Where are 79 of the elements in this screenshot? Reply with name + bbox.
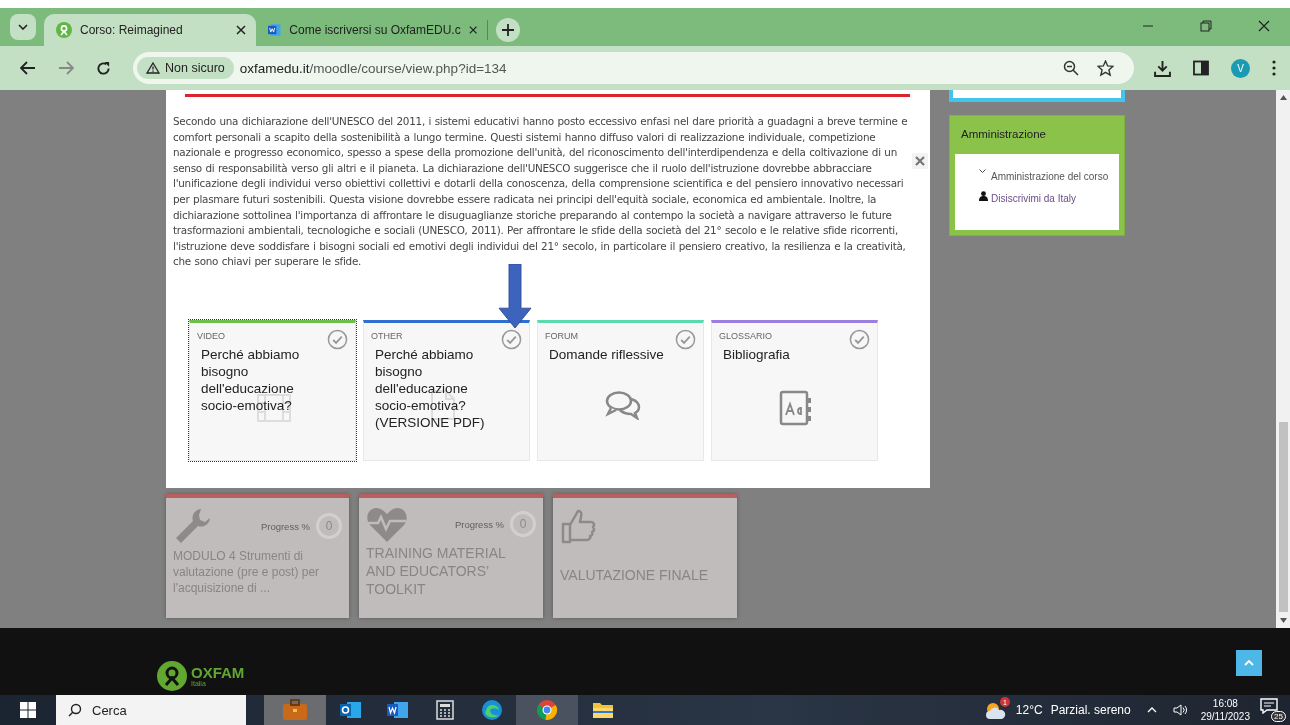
chevron-up-icon[interactable]	[1146, 707, 1157, 713]
tab-title: Corso: Reimagined	[80, 23, 184, 37]
user-icon	[979, 191, 988, 201]
admin-menu-link[interactable]: Amministrazione del corso	[991, 171, 1109, 182]
oxfam-logo-icon	[56, 22, 72, 38]
check-circle-icon[interactable]	[327, 328, 348, 350]
progress-label: Progress %	[454, 518, 504, 530]
reload-icon[interactable]	[96, 60, 111, 76]
taskbar-search-field[interactable]: Cerca	[56, 695, 246, 725]
plus-icon	[502, 24, 514, 36]
warning-icon	[146, 62, 160, 74]
progress-label: Progress %	[260, 520, 310, 532]
chevron-up-icon	[1244, 660, 1254, 666]
thumbs-up-icon	[560, 507, 596, 545]
word-document-icon	[268, 22, 282, 38]
briefcase-icon	[282, 699, 308, 721]
edge-icon	[480, 699, 503, 721]
close-icon[interactable]	[236, 25, 246, 35]
zoom-out-icon[interactable]	[1063, 60, 1079, 76]
url-text: oxfamedu.it/moodle/course/view.php?id=134	[239, 60, 507, 76]
arrow-pointer	[498, 264, 532, 328]
download-icon[interactable]	[1154, 59, 1171, 77]
windows-start-icon[interactable]	[20, 702, 36, 718]
side-panel-icon[interactable]	[1193, 60, 1209, 76]
admin-menu-link[interactable]: Disiscrivimi da Italy	[991, 193, 1076, 204]
search-icon	[68, 703, 82, 717]
activity-card[interactable]: VIDEO Perché abbiamo bisogno dell'educazione socio-emotiva?	[189, 319, 356, 461]
check-circle-icon[interactable]	[501, 328, 522, 350]
close-icon[interactable]	[1258, 20, 1270, 32]
activity-card[interactable]: FORUM Domande riflessive	[537, 319, 704, 461]
star-icon[interactable]	[1097, 59, 1114, 77]
activity-card[interactable]: GLOSSARIO Bibliografia	[711, 319, 878, 461]
clock-time[interactable]: 16:08	[1212, 697, 1238, 710]
activity-title[interactable]: Domande riflessive	[549, 345, 665, 363]
chrome-icon	[536, 699, 558, 721]
paragraph-text: Secondo una dichiarazione dell'UNESCO del 2011, i sistemi educativi hanno posto eccessivo enfasi nel dare priorità a guadagni a breve termine e comfort personali a scapito della sostenibilità a lungo termine. Questi sistemi hanno diffuso valori di realizzazione individuale, competizione nazionale e progresso economico, spesso a spese della promozione dell'unità, del riconoscimento dell'interdipendenza e della coltivazione di un senso di responsabilità verso gli altri e il pianeta. La dichiarazione dell'UNESCO suggerisce che il ruolo dell'istruzione dovrebbe abbracciare l'unificazione degli individui verso obiettivi collettivi e dotarli della conoscenza, della comprensione scientifica e del pensiero innovativo necessari per plasmare futuri sostenibili. Questa visione dovrebbe essere radicata nei principi dell'equità sociale, economica ed ambientale. Inoltre, la dichiarazione sottolinea l'importanza di affrontare le disuguaglianze storiche preparando al contempo la società a navigare attraverso le future trasformazioni ambientali, tecnologiche e sociali (UNESCO, 2011). Per affrontare le sfide della società del 21° secolo e le relative sfide ricorrenti, l'istruzione deve soddisfare i bisogni sociali ed emotivi degli individui del 21° secolo, in particolare il pensiero creativo, la resilienza e la creatività, che sono chiavi per superare le sfide.	[173, 114, 909, 270]
weather-condition[interactable]: Parzial. sereno	[1050, 703, 1131, 717]
outlook-icon	[339, 700, 362, 720]
chevron-down-icon	[18, 24, 28, 30]
heartbeat-icon	[366, 505, 408, 543]
activity-type-label: GLOSSARIO	[719, 330, 772, 341]
scrollbar-thumb[interactable]	[1278, 422, 1288, 612]
browser-tab[interactable]: Corso: Reimagined	[44, 14, 256, 46]
activity-type-label: VIDEO	[197, 330, 225, 341]
activity-card[interactable]: OTHER Perché abbiamo bisogno dell'educazione socio-emotiva? (VERSIONE PDF)	[363, 319, 530, 461]
clock-date[interactable]: 29/11/2023	[1200, 710, 1250, 723]
block-title: Amministrazione	[960, 127, 1047, 142]
taskbar-app[interactable]	[516, 695, 578, 725]
scroll-down-icon[interactable]	[1279, 618, 1287, 623]
activity-title[interactable]: Bibliografia	[723, 345, 839, 363]
close-icon[interactable]	[468, 25, 477, 35]
logo-text: OXFAM	[191, 665, 245, 680]
tab-title: Come iscriversi su OxfamEDU.c	[289, 23, 461, 37]
speaker-icon[interactable]	[1172, 704, 1187, 716]
activity-title[interactable]: Perché abbiamo bisogno dell'educazione socio-emotiva? (VERSIONE PDF)	[375, 345, 491, 431]
glossary-book-icon	[779, 389, 813, 426]
security-chip[interactable]: Non sicuro	[137, 57, 234, 79]
activity-type-label: OTHER	[371, 330, 403, 341]
oxfam-logo-icon	[157, 661, 187, 691]
address-bar[interactable]: Non sicuro oxfamedu.it/moodle/course/view.php?id=134	[133, 52, 1134, 84]
tab-list-button[interactable]	[10, 14, 36, 40]
scrollbar[interactable]	[1276, 90, 1290, 628]
menu-icon[interactable]	[1272, 60, 1276, 76]
back-arrow-icon[interactable]	[20, 61, 36, 75]
restore-icon[interactable]	[1200, 20, 1212, 32]
notification-count: 25	[1271, 711, 1286, 722]
check-circle-icon[interactable]	[849, 328, 870, 350]
scroll-up-icon[interactable]	[1279, 95, 1287, 100]
folder-icon	[591, 701, 614, 719]
new-tab-button[interactable]	[496, 18, 520, 42]
activity-type-label: FORUM	[545, 330, 578, 341]
calculator-icon	[435, 700, 454, 720]
activity-title[interactable]: Perché abbiamo bisogno dell'educazione socio-emotiva?	[201, 345, 317, 414]
chevron-down-icon	[979, 169, 986, 174]
weather-temperature[interactable]: 12°C	[1015, 703, 1043, 717]
browser-tab[interactable]: Come iscriversi su OxfamEDU.c	[256, 20, 488, 40]
speech-bubbles-icon	[605, 389, 641, 420]
check-circle-icon[interactable]	[675, 328, 696, 350]
word-icon	[386, 700, 409, 720]
